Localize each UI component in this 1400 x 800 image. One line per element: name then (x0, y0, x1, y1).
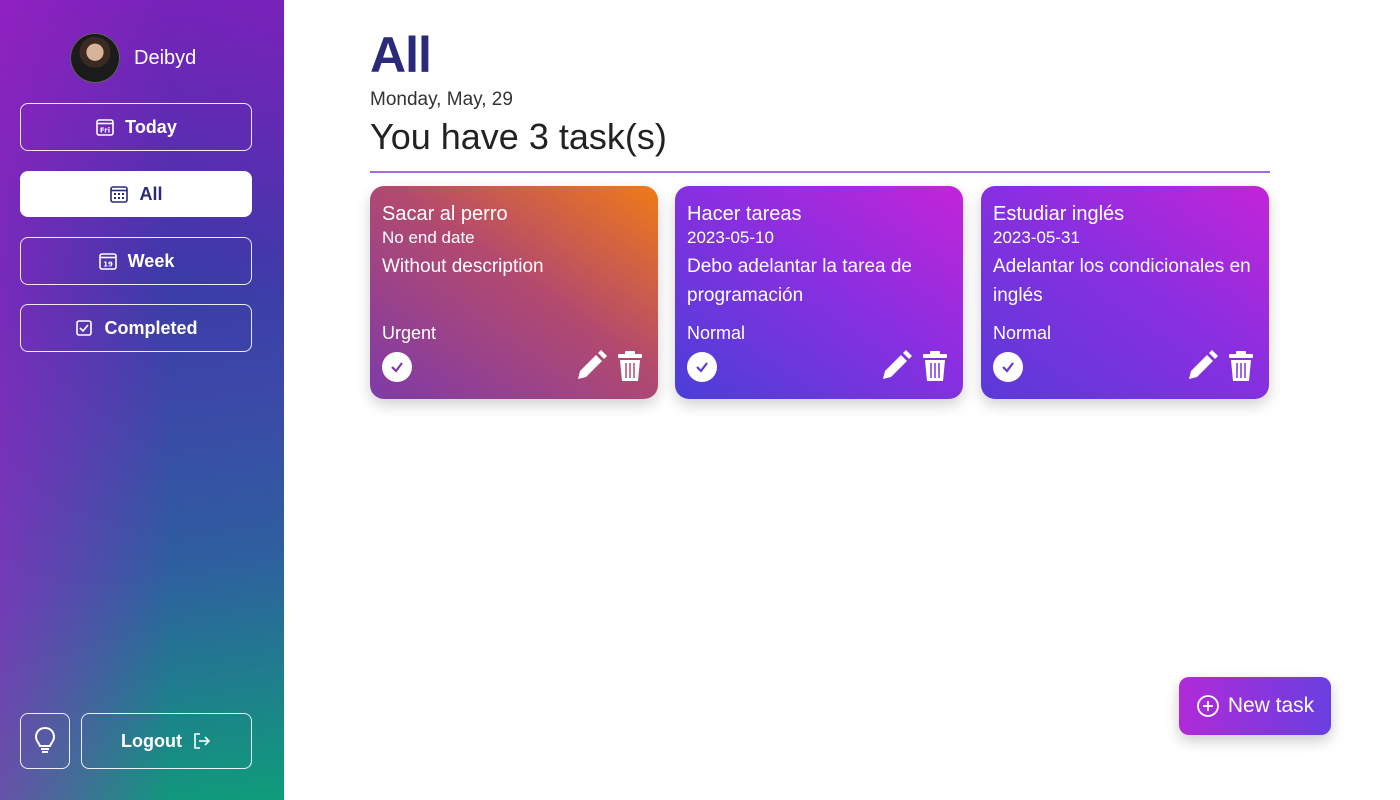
nav-all-button[interactable]: All (20, 171, 252, 217)
todo-app: Deibyd Fri Today All 19 Week Completed L… (0, 0, 1400, 800)
page-title: All (370, 27, 432, 83)
task-title: Sacar al perro (382, 203, 508, 225)
calendar-fri-icon: Fri (95, 117, 115, 137)
plus-circle-icon (1196, 695, 1219, 717)
nav-week-button[interactable]: 19 Week (20, 237, 252, 285)
complete-task-button[interactable] (687, 352, 717, 382)
logout-label: Logout (121, 730, 182, 751)
nav-completed-label: Completed (104, 317, 198, 338)
calendar-grid-icon (109, 184, 129, 204)
task-title: Estudiar inglés (993, 203, 1125, 225)
current-date: Monday, May, 29 (370, 89, 513, 110)
task-card[interactable]: Hacer tareas 2023-05-10 Debo adelantar l… (675, 186, 963, 399)
edit-task-button[interactable] (879, 349, 913, 383)
task-priority: Normal (687, 323, 746, 343)
logout-button[interactable]: Logout (81, 713, 252, 769)
task-card[interactable]: Estudiar inglés 2023-05-31 Adelantar los… (981, 186, 1269, 399)
calendar-19-icon: 19 (98, 251, 118, 271)
nav-all-label: All (139, 183, 163, 204)
task-priority: Normal (993, 323, 1052, 343)
delete-task-button[interactable] (921, 350, 949, 382)
task-description: Debo adelantar la tarea de programación (687, 256, 912, 306)
edit-task-button[interactable] (1185, 349, 1219, 383)
username: Deibyd (134, 46, 197, 69)
checkbox-icon (74, 318, 94, 338)
sidebar: Deibyd Fri Today All 19 Week Completed L… (0, 0, 284, 800)
check-icon (696, 362, 708, 373)
check-icon (391, 362, 403, 373)
logout-icon (194, 733, 211, 749)
new-task-button[interactable]: New task (1179, 677, 1331, 735)
task-date: No end date (382, 228, 475, 247)
delete-task-button[interactable] (616, 350, 644, 382)
task-title: Hacer tareas (687, 203, 802, 225)
divider (370, 171, 1270, 173)
nav-today-button[interactable]: Fri Today (20, 103, 252, 151)
week-icon-text: 19 (103, 261, 113, 269)
new-task-label: New task (1227, 694, 1315, 717)
edit-task-button[interactable] (574, 349, 608, 383)
task-date: 2023-05-10 (687, 228, 774, 247)
today-icon-text: Fri (100, 127, 110, 135)
task-card[interactable]: Sacar al perro No end date Without descr… (370, 186, 658, 399)
check-icon (1002, 362, 1014, 373)
nav-week-label: Week (127, 250, 175, 271)
nav-completed-button[interactable]: Completed (20, 304, 252, 352)
task-count: You have 3 task(s) (370, 116, 667, 157)
avatar (70, 33, 120, 83)
task-date: 2023-05-31 (993, 228, 1080, 247)
delete-task-button[interactable] (1227, 350, 1255, 382)
task-priority: Urgent (382, 323, 437, 343)
user-profile: Deibyd (70, 33, 196, 83)
task-description: Adelantar los condicionales en inglés (993, 256, 1251, 306)
main-content: All Monday, May, 29 You have 3 task(s) S… (284, 0, 1400, 800)
complete-task-button[interactable] (993, 352, 1023, 382)
lightbulb-icon (34, 726, 56, 753)
nav-today-label: Today (125, 116, 177, 137)
task-description: Without description (382, 256, 544, 277)
complete-task-button[interactable] (382, 352, 412, 382)
theme-toggle-button[interactable] (20, 713, 70, 769)
